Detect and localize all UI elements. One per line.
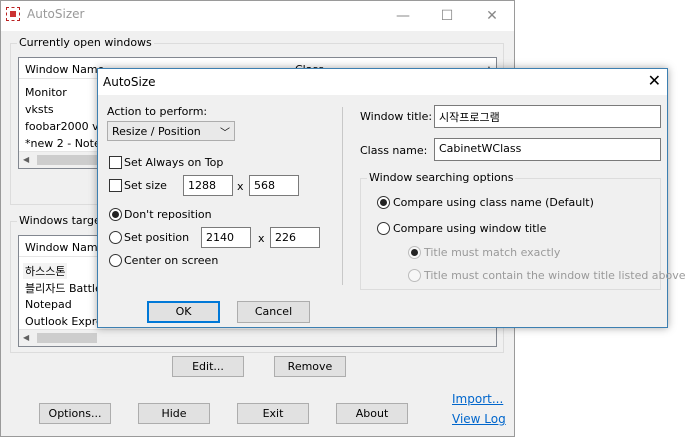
size-x-separator: x	[237, 180, 244, 193]
minimize-button[interactable]: —	[381, 1, 425, 31]
autosize-dialog: AutoSize ✕ Action to perform: Resize / P…	[97, 68, 686, 328]
dialog-close-icon[interactable]: ✕	[648, 71, 661, 90]
targeted-windows-hscrollbar[interactable]: ◀	[19, 329, 496, 346]
scroll-left-arrow-icon[interactable]: ◀	[23, 155, 29, 164]
compare-class-radio[interactable]	[377, 196, 390, 209]
main-window-title: AutoSizer	[27, 7, 85, 21]
scrollbar-thumb[interactable]	[37, 333, 97, 343]
title-exact-label: Title must match exactly	[424, 246, 561, 259]
remove-button[interactable]: Remove	[274, 356, 346, 377]
dont-reposition-radio[interactable]	[109, 208, 122, 221]
about-button[interactable]: About	[336, 403, 408, 424]
center-on-screen-label[interactable]: Center on screen	[124, 254, 218, 267]
action-label: Action to perform:	[107, 105, 208, 118]
open-windows-group-label: Currently open windows	[17, 36, 154, 49]
dont-reposition-label[interactable]: Don't reposition	[124, 208, 212, 221]
list-item[interactable]: vksts	[25, 103, 54, 116]
edit-button[interactable]: Edit...	[172, 356, 244, 377]
scrollbar-thumb[interactable]	[37, 155, 97, 165]
compare-title-label[interactable]: Compare using window title	[393, 222, 546, 235]
title-contains-radio	[408, 269, 421, 282]
ok-button[interactable]: OK	[147, 301, 220, 323]
title-exact-radio	[408, 246, 421, 259]
chevron-down-icon: ﹀	[220, 128, 230, 139]
set-position-label[interactable]: Set position	[124, 231, 189, 244]
window-title-label: Window title:	[360, 110, 433, 123]
set-size-label[interactable]: Set size	[124, 179, 167, 192]
close-button[interactable]: ✕	[470, 1, 514, 31]
scroll-left-arrow-icon[interactable]: ◀	[23, 333, 29, 342]
window-title-input[interactable]: 시작프로그램	[434, 105, 661, 128]
dialog-divider	[342, 107, 343, 285]
dialog-titlebar: AutoSize ✕	[98, 69, 667, 95]
maximize-button[interactable]: ☐	[425, 1, 469, 31]
action-select-value: Resize / Position	[112, 125, 201, 138]
size-width-input[interactable]: 1288	[183, 175, 233, 196]
window-search-options-label: Window searching options	[367, 171, 516, 184]
view-log-link[interactable]: View Log	[452, 412, 506, 426]
size-height-input[interactable]: 568	[249, 175, 299, 196]
hide-button[interactable]: Hide	[138, 403, 210, 424]
class-name-input[interactable]: CabinetWClass	[434, 138, 661, 161]
set-size-checkbox[interactable]	[109, 179, 122, 192]
list-item[interactable]: 하스스톤	[23, 263, 68, 279]
list-item[interactable]: Monitor	[25, 86, 67, 99]
exit-button[interactable]: Exit	[237, 403, 309, 424]
dialog-title: AutoSize	[103, 75, 156, 89]
main-titlebar: AutoSizer — ☐ ✕	[1, 1, 514, 31]
always-on-top-label[interactable]: Set Always on Top	[124, 156, 223, 169]
list-item[interactable]: Notepad	[25, 298, 72, 311]
position-x-input[interactable]: 2140	[201, 227, 251, 248]
title-contains-label: Title must contain the window title list…	[424, 269, 686, 282]
position-y-input[interactable]: 226	[270, 227, 320, 248]
class-name-label: Class name:	[360, 144, 428, 157]
compare-class-label[interactable]: Compare using class name (Default)	[393, 196, 594, 209]
import-link[interactable]: Import...	[452, 392, 503, 406]
compare-title-radio[interactable]	[377, 222, 390, 235]
action-select[interactable]: Resize / Position ﹀	[107, 121, 235, 141]
options-button[interactable]: Options...	[39, 403, 111, 424]
always-on-top-checkbox[interactable]	[109, 156, 122, 169]
column-header-window-name[interactable]: Window Name	[25, 241, 104, 254]
set-position-radio[interactable]	[109, 231, 122, 244]
center-on-screen-radio[interactable]	[109, 254, 122, 267]
cancel-button[interactable]: Cancel	[237, 301, 310, 323]
column-header-window-name[interactable]: Window Name	[25, 63, 104, 76]
autosizer-app-icon	[6, 7, 20, 21]
position-x-separator: x	[258, 232, 265, 245]
list-item[interactable]: 블리자드 Battle	[25, 280, 102, 296]
